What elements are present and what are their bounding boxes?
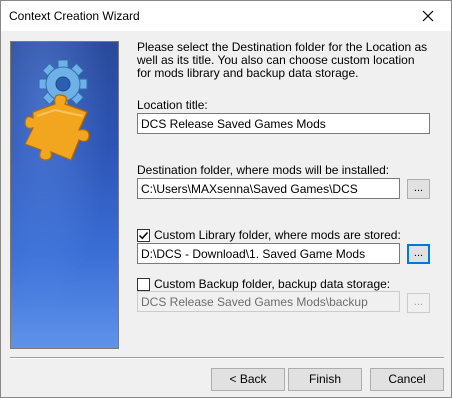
title-bar: Context Creation Wizard: [1, 1, 451, 31]
location-title-input[interactable]: [137, 113, 430, 134]
intro-text: Please select the Destination folder for…: [137, 40, 428, 80]
location-title-label: Location title:: [137, 98, 208, 112]
checkmark-icon: [138, 231, 149, 239]
library-checkbox[interactable]: [137, 228, 150, 242]
destination-folder-label: Destination folder, where mods will be i…: [137, 163, 390, 177]
backup-checkbox-label: Custom Backup folder, backup data storag…: [154, 277, 391, 291]
footer-separator: [10, 357, 444, 359]
backup-checkbox[interactable]: [137, 277, 150, 291]
wizard-banner: [10, 41, 119, 349]
cancel-button[interactable]: Cancel: [370, 368, 444, 391]
close-button[interactable]: [405, 1, 451, 31]
library-checkbox-row[interactable]: Custom Library folder, where mods are st…: [137, 228, 401, 242]
wizard-window: Context Creation Wizard Please select th…: [0, 0, 452, 398]
window-title: Context Creation Wizard: [9, 9, 140, 23]
library-browse-button[interactable]: ...: [407, 244, 430, 264]
gear-puzzle-icon: [24, 59, 90, 161]
close-icon: [422, 10, 434, 22]
back-button[interactable]: < Back: [211, 368, 285, 391]
backup-browse-button: ...: [407, 293, 430, 313]
backup-folder-input: [137, 291, 400, 312]
library-checkbox-label: Custom Library folder, where mods are st…: [154, 228, 401, 242]
backup-checkbox-row[interactable]: Custom Backup folder, backup data storag…: [137, 277, 390, 291]
library-folder-input[interactable]: [137, 243, 400, 264]
destination-browse-button[interactable]: ...: [407, 179, 430, 199]
destination-folder-input[interactable]: [137, 178, 400, 199]
finish-button[interactable]: Finish: [288, 368, 362, 391]
